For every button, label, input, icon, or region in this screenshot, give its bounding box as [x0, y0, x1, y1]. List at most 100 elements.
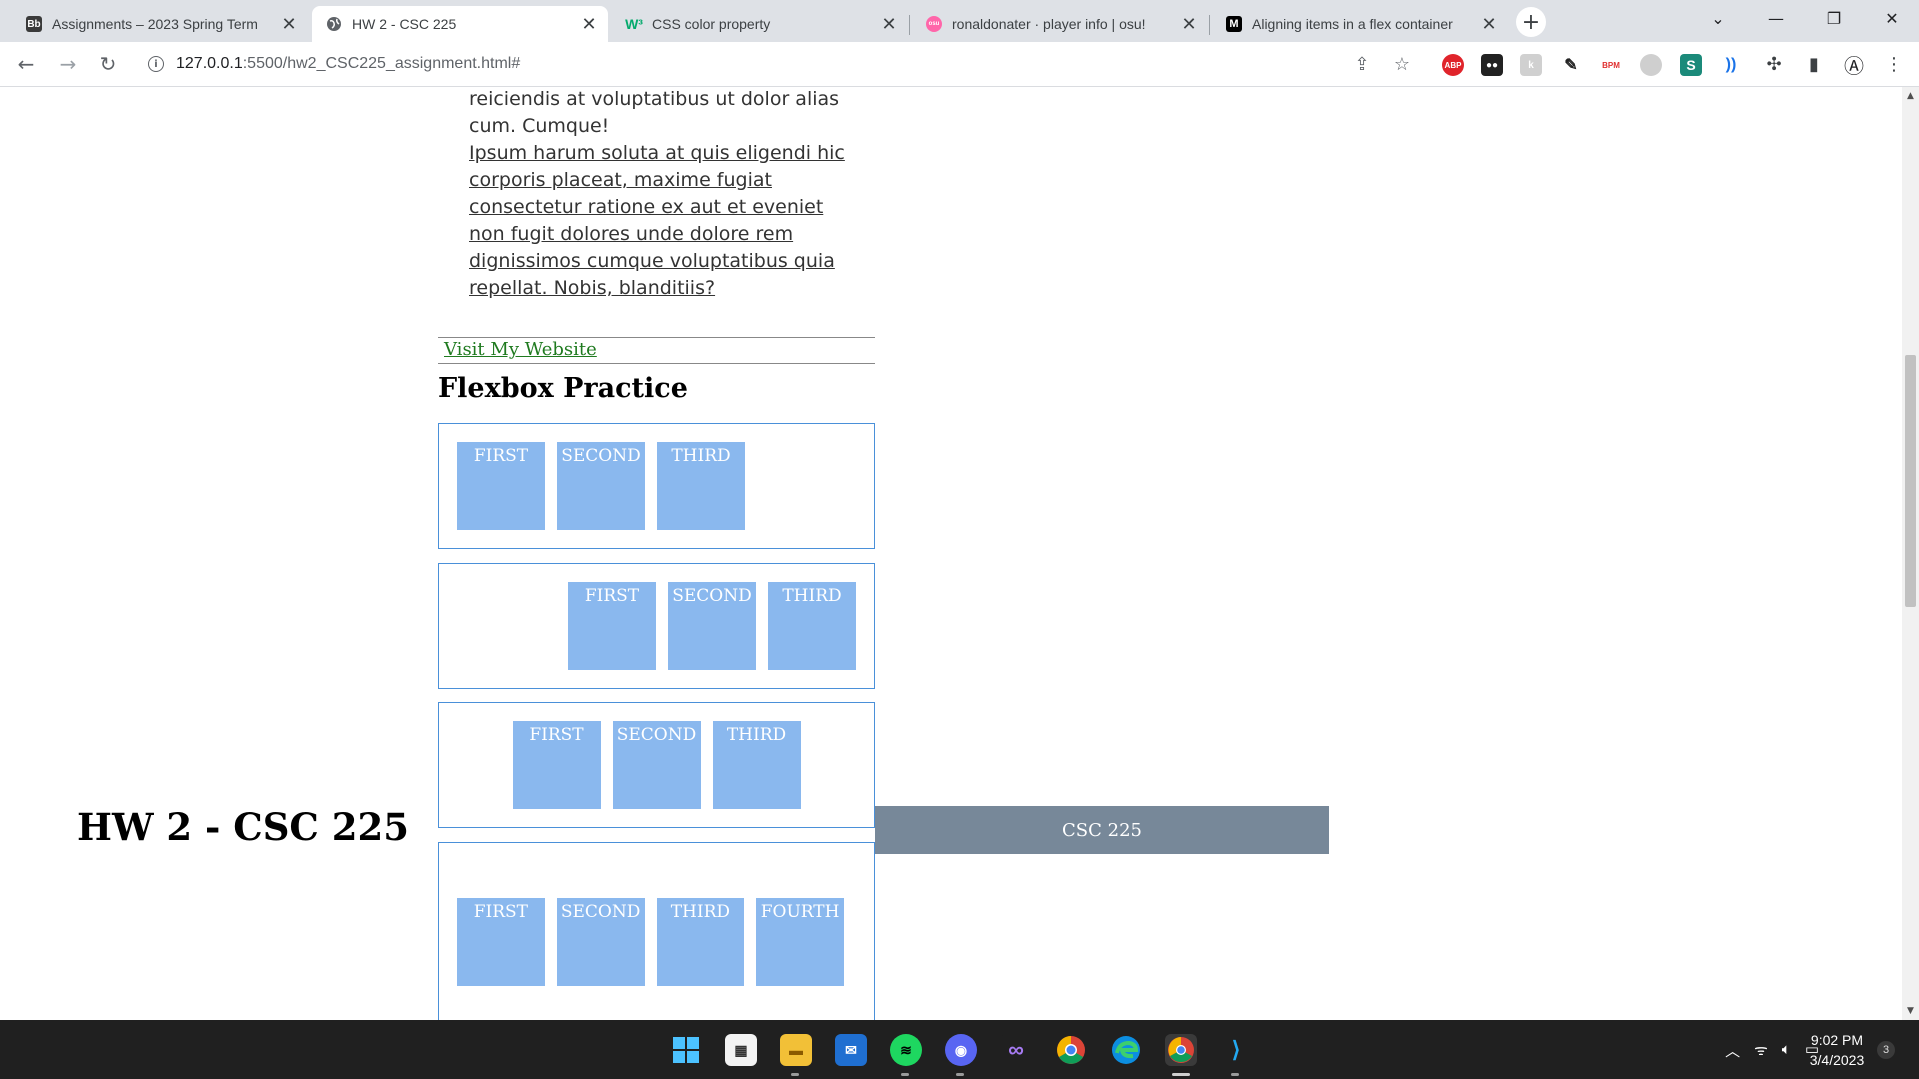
tab-css-color[interactable]: W³ CSS color property ✕ [612, 6, 908, 42]
blackboard-icon: Bb [26, 16, 42, 32]
spotify-icon[interactable]: ≋ [890, 1034, 922, 1066]
store-icon[interactable]: ▦ [725, 1034, 757, 1066]
lorem-paragraph: reiciendis at voluptatibus ut dolor alia… [469, 87, 849, 302]
browser-toolbar: ← → ↻ i 127.0.0.1:5500/hw2_CSC225_assign… [0, 42, 1919, 87]
adblock-icon[interactable]: ABP [1442, 54, 1464, 76]
scroll-down-icon[interactable]: ▼ [1902, 1004, 1919, 1018]
flex-item: FIRST [457, 898, 545, 986]
tab-hw2[interactable]: HW 2 - CSC 225 ✕ [312, 6, 608, 42]
reload-button[interactable]: ↻ [94, 50, 122, 78]
flex-item: THIRD [712, 721, 801, 809]
info-icon[interactable]: i [148, 56, 164, 72]
taskbar: ▦ ▬ ✉ ≋ ◉ ∞ ⟩ ︿ ᯤ 🔈︎ ▭ 9:02 PM 3/4/2023 … [0, 1020, 1919, 1079]
clock-time: 9:02 PM [1810, 1032, 1864, 1048]
url-path: :5500/hw2_CSC225_assignment.html# [242, 55, 521, 72]
url-host: 127.0.0.1 [176, 55, 243, 72]
volume-icon[interactable]: 🔈︎ [1782, 1040, 1791, 1061]
tab-bar: Bb Assignments – 2023 Spring Term ✕ HW 2… [0, 0, 1919, 42]
tab-osu[interactable]: osu ronaldonater · player info | osu! ✕ [912, 6, 1208, 42]
tab-search-icon[interactable]: ⌄ [1690, 0, 1746, 36]
edge-icon[interactable] [1110, 1034, 1142, 1066]
tab-blackboard[interactable]: Bb Assignments – 2023 Spring Term ✕ [12, 6, 308, 42]
puzzle-icon[interactable]: ✣ [1760, 50, 1788, 78]
running-indicator [1231, 1073, 1239, 1076]
scroll-thumb[interactable] [1905, 355, 1916, 607]
tab-title: Assignments – 2023 Spring Term [52, 16, 258, 32]
clock[interactable]: 9:02 PM 3/4/2023 [1800, 1030, 1874, 1070]
footer-bar: CSC 225 [875, 806, 1329, 854]
mdn-icon: M [1226, 16, 1242, 32]
close-icon[interactable]: ✕ [1180, 14, 1198, 34]
flex-container-start: FIRST SECOND THIRD [438, 423, 875, 549]
s-extension-icon[interactable]: S [1680, 54, 1702, 76]
back-button[interactable]: ← [12, 50, 40, 78]
menu-icon[interactable]: ⋮ [1880, 50, 1908, 78]
bpm-icon[interactable]: BPM [1600, 54, 1622, 76]
running-indicator [956, 1073, 964, 1076]
scroll-up-icon[interactable]: ▲ [1902, 89, 1919, 103]
paragraph-text: reiciendis at voluptatibus ut dolor alia… [469, 88, 840, 137]
minimize-button[interactable]: — [1748, 0, 1804, 36]
running-indicator [901, 1073, 909, 1076]
close-icon[interactable]: ✕ [880, 14, 898, 34]
globe-icon [326, 16, 342, 32]
cat-extension-icon[interactable]: ✎ [1560, 54, 1582, 76]
tab-title: ronaldonater · player info | osu! [952, 16, 1146, 32]
flex-item: SECOND [556, 898, 645, 986]
url-text[interactable]: 127.0.0.1:5500/hw2_CSC225_assignment.htm… [176, 55, 520, 73]
profile-avatar[interactable]: Ⓐ [1840, 50, 1868, 78]
flex-item: THIRD [768, 582, 856, 670]
flex-container-end: FIRST SECOND THIRD [438, 563, 875, 689]
tab-separator [1209, 15, 1210, 35]
tab-title: Aligning items in a flex container [1252, 16, 1453, 32]
visual-studio-icon[interactable]: ∞ [1000, 1034, 1032, 1066]
notification-badge[interactable]: 3 [1877, 1041, 1895, 1059]
extension-icon[interactable]: k [1520, 54, 1542, 76]
close-window-button[interactable]: ✕ [1864, 0, 1919, 36]
flex-item: SECOND [557, 442, 645, 530]
side-panel-icon[interactable]: ▮ [1800, 50, 1828, 78]
tab-mdn[interactable]: M Aligning items in a flex container ✕ [1212, 6, 1508, 42]
footer-text: CSC 225 [1062, 819, 1142, 841]
windows-start-icon[interactable] [670, 1034, 702, 1066]
flex-item: FIRST [568, 582, 656, 670]
flex-item: SECOND [612, 721, 701, 809]
chevron-up-icon[interactable]: ︿ [1725, 1040, 1740, 1061]
paragraph-link[interactable]: Ipsum harum soluta at quis eligendi hic … [469, 142, 845, 299]
close-icon[interactable]: ✕ [1480, 14, 1498, 34]
address-bar[interactable]: i 127.0.0.1:5500/hw2_CSC225_assignment.h… [136, 47, 1386, 81]
circle-extension-icon[interactable] [1640, 54, 1662, 76]
share-icon[interactable]: ⇪ [1348, 50, 1376, 78]
clock-date: 3/4/2023 [1809, 1052, 1865, 1068]
vscode-icon[interactable]: ⟩ [1220, 1034, 1252, 1066]
tab-title: CSS color property [652, 16, 771, 32]
close-icon[interactable]: ✕ [580, 14, 598, 34]
wifi-icon[interactable]: ᯤ [1754, 1040, 1768, 1061]
flex-item: THIRD [657, 442, 745, 530]
chrome-profile-icon[interactable] [1165, 1034, 1197, 1066]
flex-item: FOURTH [756, 898, 844, 986]
flex-item: FIRST [512, 721, 601, 809]
cast-icon[interactable]: )) [1720, 54, 1742, 76]
tab-title: HW 2 - CSC 225 [352, 16, 457, 32]
close-icon[interactable]: ✕ [280, 14, 298, 34]
osu-icon: osu [926, 16, 942, 32]
tampermonkey-icon[interactable]: ●● [1481, 54, 1503, 76]
nav-bar: Visit My Website [438, 337, 875, 364]
page-title: HW 2 - CSC 225 [77, 805, 409, 849]
chrome-icon[interactable] [1055, 1034, 1087, 1066]
flex-container-vertical-center: FIRST SECOND THIRD FOURTH [438, 842, 875, 1020]
section-heading: Flexbox Practice [438, 373, 688, 404]
bookmark-star-icon[interactable]: ☆ [1388, 50, 1416, 78]
restore-button[interactable]: ❐ [1806, 0, 1862, 36]
flex-item: THIRD [656, 898, 745, 986]
mail-icon[interactable]: ✉ [835, 1034, 867, 1066]
vertical-scrollbar[interactable]: ▲ ▼ [1902, 87, 1919, 1020]
active-indicator [1172, 1073, 1190, 1076]
visit-website-link[interactable]: Visit My Website [444, 339, 597, 360]
file-explorer-icon[interactable]: ▬ [780, 1034, 812, 1066]
forward-button[interactable]: → [54, 50, 82, 78]
new-tab-button[interactable]: + [1516, 7, 1546, 37]
discord-icon[interactable]: ◉ [945, 1034, 977, 1066]
flex-item: SECOND [668, 582, 756, 670]
